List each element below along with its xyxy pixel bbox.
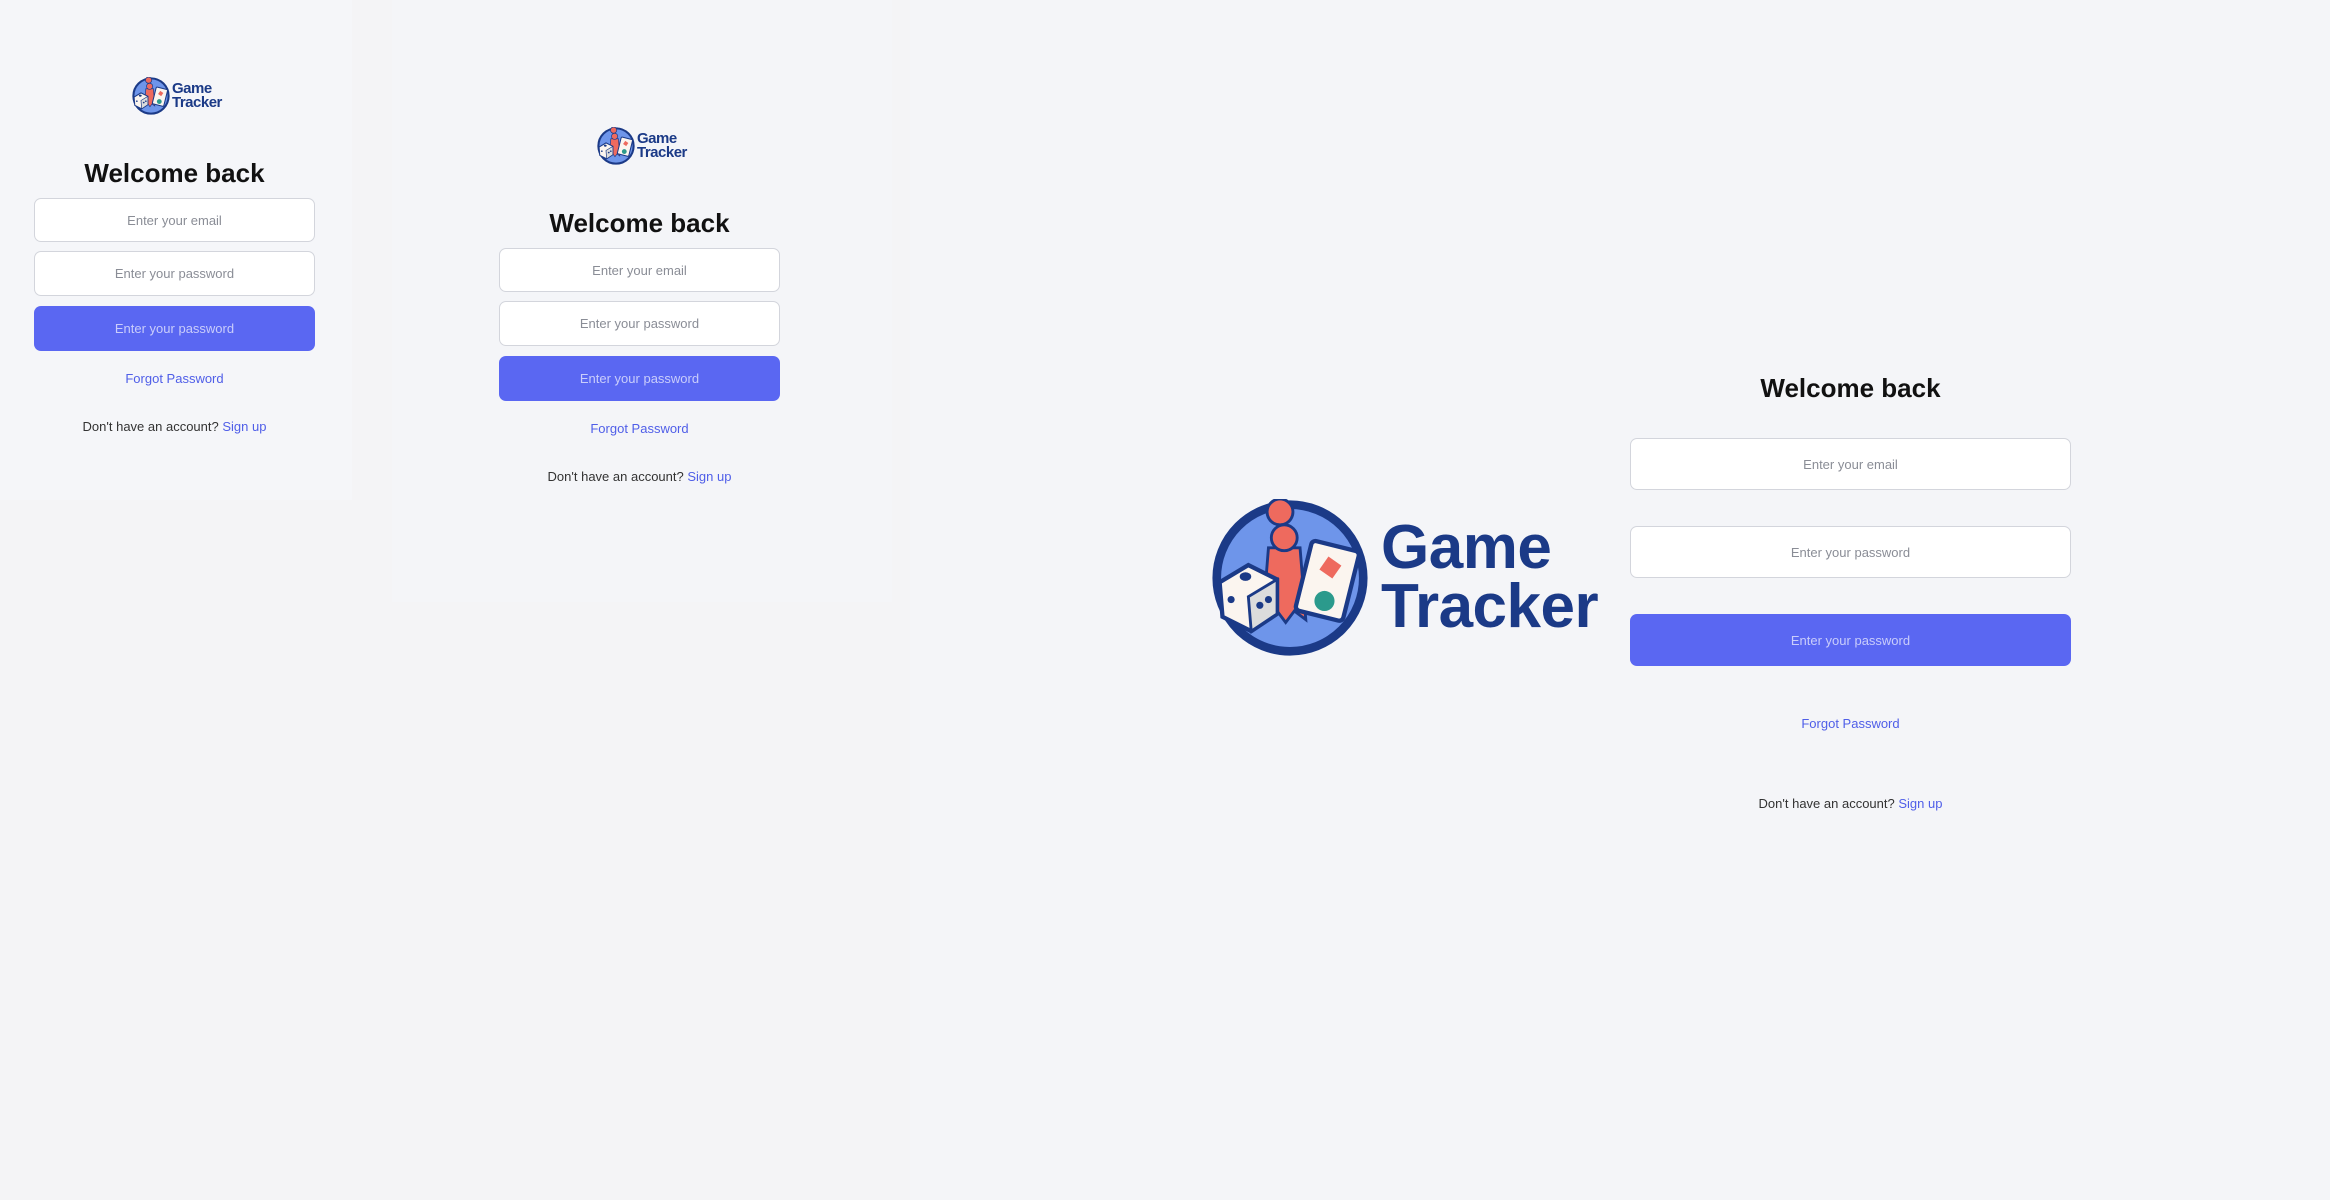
password-input[interactable]: Enter your password xyxy=(1630,526,2071,578)
signup-link[interactable]: Sign up xyxy=(687,469,731,484)
page-title: Welcome back xyxy=(84,158,265,188)
signup-link[interactable]: Sign up xyxy=(222,419,266,434)
login-panel-large: Game Tracker Welcome back Enter your emai… xyxy=(910,0,2330,1200)
signup-prompt: Don't have an account? Sign up xyxy=(1630,796,2071,811)
logo-line2: Tracker xyxy=(637,144,687,161)
submit-button[interactable]: Enter your password xyxy=(1630,614,2071,666)
app-logo: Game Tracker xyxy=(1211,499,1599,657)
signup-prompt-text: Don't have an account? xyxy=(547,469,684,484)
password-input[interactable]: Enter your password xyxy=(499,301,780,346)
email-input[interactable]: Enter your email xyxy=(34,198,315,242)
app-logo: Game Tracker xyxy=(132,77,222,115)
email-input[interactable]: Enter your email xyxy=(499,248,780,292)
game-tracker-emblem-icon xyxy=(597,127,635,165)
forgot-password-link[interactable]: Forgot Password xyxy=(499,421,780,436)
logo-line1: Game xyxy=(1381,513,1552,583)
signup-link[interactable]: Sign up xyxy=(1898,796,1942,811)
logo-line2: Tracker xyxy=(172,94,222,111)
login-panel-small: Game Tracker Welcome back Enter your emai… xyxy=(0,0,352,500)
signup-prompt-text: Don't have an account? xyxy=(82,419,219,434)
signup-prompt: Don't have an account? Sign up xyxy=(499,469,780,484)
app-logo: Game Tracker xyxy=(597,127,687,165)
page-title: Welcome back xyxy=(549,208,730,238)
forgot-password-link[interactable]: Forgot Password xyxy=(1630,716,2071,731)
forgot-password-link[interactable]: Forgot Password xyxy=(34,371,315,386)
game-tracker-emblem-icon xyxy=(132,77,170,115)
email-input[interactable]: Enter your email xyxy=(1630,438,2071,490)
page-title: Welcome back xyxy=(1760,373,1941,403)
signup-prompt-text: Don't have an account? xyxy=(1758,796,1895,811)
signup-prompt: Don't have an account? Sign up xyxy=(34,419,315,434)
submit-button[interactable]: Enter your password xyxy=(34,306,315,351)
login-panel-medium: Game Tracker Welcome back Enter your emai… xyxy=(392,0,892,602)
submit-button[interactable]: Enter your password xyxy=(499,356,780,401)
password-input[interactable]: Enter your password xyxy=(34,251,315,296)
game-tracker-emblem-icon xyxy=(1211,499,1369,657)
logo-line2: Tracker xyxy=(1381,572,1599,641)
